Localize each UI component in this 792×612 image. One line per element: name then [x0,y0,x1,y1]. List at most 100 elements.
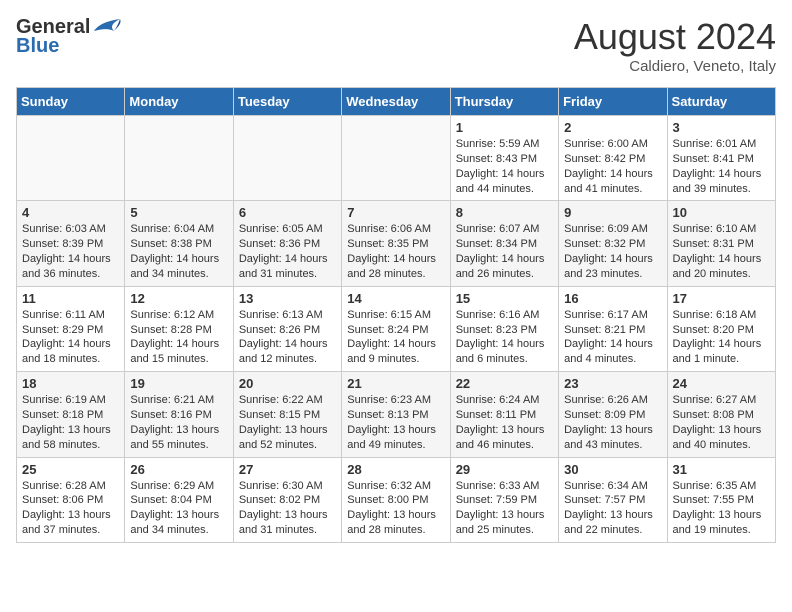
day-info: Daylight: 14 hours and 12 minutes. [239,337,336,367]
day-info: Sunrise: 6:28 AM [22,479,119,494]
day-info: Sunrise: 6:23 AM [347,393,444,408]
day-info: Daylight: 13 hours and 22 minutes. [564,508,661,538]
day-info: Sunrise: 6:32 AM [347,479,444,494]
day-info: Sunset: 7:59 PM [456,493,553,508]
calendar-week-row: 1Sunrise: 5:59 AMSunset: 8:43 PMDaylight… [17,116,776,201]
day-number: 10 [673,205,770,220]
day-info: Sunset: 8:41 PM [673,152,770,167]
day-info: Sunset: 7:55 PM [673,493,770,508]
day-info: Sunset: 8:23 PM [456,323,553,338]
calendar-cell: 7Sunrise: 6:06 AMSunset: 8:35 PMDaylight… [342,201,450,286]
day-number: 1 [456,120,553,135]
day-info: Sunset: 8:00 PM [347,493,444,508]
day-info: Sunset: 8:42 PM [564,152,661,167]
day-info: Daylight: 14 hours and 23 minutes. [564,252,661,282]
calendar-cell: 9Sunrise: 6:09 AMSunset: 8:32 PMDaylight… [559,201,667,286]
day-number: 8 [456,205,553,220]
day-number: 23 [564,376,661,391]
calendar-table: SundayMondayTuesdayWednesdayThursdayFrid… [16,87,776,543]
calendar-week-row: 4Sunrise: 6:03 AMSunset: 8:39 PMDaylight… [17,201,776,286]
day-info: Sunset: 8:15 PM [239,408,336,423]
day-number: 20 [239,376,336,391]
day-info: Daylight: 14 hours and 36 minutes. [22,252,119,282]
day-info: Daylight: 14 hours and 9 minutes. [347,337,444,367]
day-info: Daylight: 13 hours and 31 minutes. [239,508,336,538]
calendar-cell [17,116,125,201]
day-of-week-header: Saturday [667,88,775,116]
calendar-cell: 26Sunrise: 6:29 AMSunset: 8:04 PMDayligh… [125,457,233,542]
day-info: Daylight: 14 hours and 34 minutes. [130,252,227,282]
calendar-cell [233,116,341,201]
day-info: Daylight: 13 hours and 37 minutes. [22,508,119,538]
calendar-cell: 8Sunrise: 6:07 AMSunset: 8:34 PMDaylight… [450,201,558,286]
day-number: 9 [564,205,661,220]
day-number: 18 [22,376,119,391]
location-text: Caldiero, Veneto, Italy [574,58,776,75]
calendar-cell [125,116,233,201]
day-number: 28 [347,462,444,477]
calendar-cell: 17Sunrise: 6:18 AMSunset: 8:20 PMDayligh… [667,286,775,371]
day-info: Sunset: 8:11 PM [456,408,553,423]
day-info: Sunrise: 5:59 AM [456,137,553,152]
calendar-cell: 28 Sunrise: 6:32 AMSunset: 8:00 PMDayligh… [342,457,450,542]
day-number: 14 [347,291,444,306]
day-info: Sunrise: 6:35 AM [673,479,770,494]
day-number: 16 [564,291,661,306]
day-info: Sunset: 8:43 PM [456,152,553,167]
day-of-week-header: Friday [559,88,667,116]
day-info: Sunset: 8:34 PM [456,237,553,252]
day-info: Sunrise: 6:34 AM [564,479,661,494]
day-info: Sunrise: 6:00 AM [564,137,661,152]
calendar-cell: 1 Sunrise: 5:59 AMSunset: 8:43 PMDaylight… [450,116,558,201]
day-info: Sunset: 8:29 PM [22,323,119,338]
day-number: 6 [239,205,336,220]
day-info: Sunset: 8:06 PM [22,493,119,508]
day-info: Sunrise: 6:27 AM [673,393,770,408]
day-info: Sunset: 8:31 PM [673,237,770,252]
calendar-cell: 19Sunrise: 6:21 AMSunset: 8:16 PMDayligh… [125,372,233,457]
calendar-cell: 31Sunrise: 6:35 AMSunset: 7:55 PMDayligh… [667,457,775,542]
day-info: Sunrise: 6:33 AM [456,479,553,494]
calendar-cell: 2Sunrise: 6:00 AMSunset: 8:42 PMDaylight… [559,116,667,201]
day-number: 19 [130,376,227,391]
day-info: Sunrise: 6:11 AM [22,308,119,323]
day-info: Sunset: 8:16 PM [130,408,227,423]
day-number: 21 [347,376,444,391]
calendar-cell: 10Sunrise: 6:10 AMSunset: 8:31 PMDayligh… [667,201,775,286]
day-info: Daylight: 13 hours and 58 minutes. [22,423,119,453]
day-info: Daylight: 13 hours and 28 minutes. [347,508,444,538]
day-info: Daylight: 14 hours and 39 minutes. [673,167,770,197]
calendar-cell: 13Sunrise: 6:13 AMSunset: 8:26 PMDayligh… [233,286,341,371]
day-number: 12 [130,291,227,306]
day-info: Sunrise: 6:17 AM [564,308,661,323]
logo-bird-icon [92,17,122,39]
month-year-title: August 2024 [574,16,776,58]
day-info: Daylight: 13 hours and 46 minutes. [456,423,553,453]
day-info: Daylight: 14 hours and 20 minutes. [673,252,770,282]
calendar-cell [342,116,450,201]
page-header: General Blue August 2024 Caldiero, Venet… [16,16,776,75]
day-info: Daylight: 14 hours and 31 minutes. [239,252,336,282]
day-number: 7 [347,205,444,220]
day-info: Sunset: 8:21 PM [564,323,661,338]
day-info: Daylight: 13 hours and 40 minutes. [673,423,770,453]
day-number: 13 [239,291,336,306]
day-info: Sunset: 8:08 PM [673,408,770,423]
day-info: Sunrise: 6:09 AM [564,222,661,237]
day-of-week-header: Sunday [17,88,125,116]
day-info: Sunrise: 6:26 AM [564,393,661,408]
day-info: Sunset: 8:18 PM [22,408,119,423]
day-info: Daylight: 13 hours and 25 minutes. [456,508,553,538]
day-number: 25 [22,462,119,477]
day-info: Sunrise: 6:30 AM [239,479,336,494]
calendar-cell: 16Sunrise: 6:17 AMSunset: 8:21 PMDayligh… [559,286,667,371]
day-info: Sunrise: 6:06 AM [347,222,444,237]
day-info: Daylight: 14 hours and 6 minutes. [456,337,553,367]
calendar-cell: 5Sunrise: 6:04 AMSunset: 8:38 PMDaylight… [125,201,233,286]
day-info: Daylight: 14 hours and 44 minutes. [456,167,553,197]
calendar-cell: 27Sunrise: 6:30 AMSunset: 8:02 PMDayligh… [233,457,341,542]
calendar-cell: 4Sunrise: 6:03 AMSunset: 8:39 PMDaylight… [17,201,125,286]
day-of-week-header: Wednesday [342,88,450,116]
day-info: Sunrise: 6:07 AM [456,222,553,237]
day-info: Sunset: 8:38 PM [130,237,227,252]
